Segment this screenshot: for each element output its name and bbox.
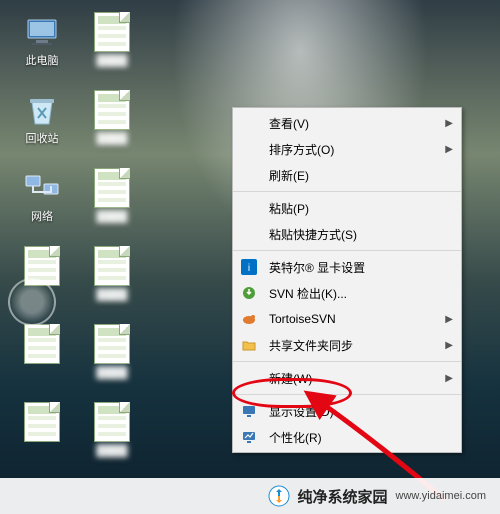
desktop-icon-label: ████	[82, 211, 142, 224]
menu-item-label: 排序方式(O)	[269, 141, 441, 158]
tortoisesvn-icon	[239, 309, 259, 329]
desktop-icon-this-pc[interactable]: 此电脑	[12, 12, 72, 68]
menu-item-label: 英特尔® 显卡设置	[269, 259, 453, 276]
desktop-icon-label: 网络	[12, 211, 72, 224]
assistive-touch-circle[interactable]	[8, 278, 56, 326]
desktop-icon-file[interactable]: ████	[82, 12, 142, 68]
chevron-right-icon: ▶	[445, 144, 453, 155]
watermark-bar: 纯净系统家园 www.yidaimei.com	[0, 478, 500, 514]
chevron-right-icon: ▶	[445, 118, 453, 129]
brand-url: www.yidaimei.com	[396, 490, 486, 502]
chevron-right-icon: ▶	[445, 340, 453, 351]
excel-file-icon	[24, 324, 60, 364]
desktop-icon-label: ████	[82, 445, 142, 458]
menu-item-label: 新建(W)	[269, 370, 441, 387]
menu-item-svn-checkout[interactable]: SVN 检出(K)...	[233, 280, 461, 306]
menu-item-label: 粘贴快捷方式(S)	[269, 226, 453, 243]
desktop-context-menu: 查看(V) ▶ 排序方式(O) ▶ 刷新(E) 粘贴(P) 粘贴快捷方式(S) i …	[232, 107, 462, 453]
menu-item-tortoisesvn[interactable]: TortoiseSVN ▶	[233, 306, 461, 332]
desktop-wallpaper[interactable]: 此电脑 回收站 网络 ████ ████ ████ ████	[0, 0, 500, 514]
chevron-right-icon: ▶	[445, 314, 453, 325]
excel-file-icon	[94, 168, 130, 208]
menu-item-display-settings[interactable]: 显示设置(D)	[233, 398, 461, 424]
svn-checkout-icon	[239, 283, 259, 303]
folder-sync-icon	[239, 335, 259, 355]
display-settings-icon	[239, 401, 259, 421]
desktop-icon-label: ████	[82, 367, 142, 380]
desktop-icon-file[interactable]: ████	[82, 246, 142, 302]
chevron-right-icon: ▶	[445, 373, 453, 384]
menu-item-shared-folder-sync[interactable]: 共享文件夹同步 ▶	[233, 332, 461, 358]
menu-item-paste[interactable]: 粘贴(P)	[233, 195, 461, 221]
menu-item-label: SVN 检出(K)...	[269, 285, 453, 302]
excel-file-icon	[94, 90, 130, 130]
network-icon	[22, 168, 62, 208]
desktop-icon-label: 回收站	[12, 133, 72, 146]
desktop-icon-file[interactable]: ████	[82, 168, 142, 224]
desktop-icon-file[interactable]	[12, 402, 72, 445]
svg-text:i: i	[248, 263, 250, 274]
menu-item-label: 个性化(R)	[269, 429, 453, 446]
brand-logo-icon	[268, 485, 290, 507]
recycle-bin-icon	[22, 90, 62, 130]
menu-item-paste-shortcut[interactable]: 粘贴快捷方式(S)	[233, 221, 461, 247]
menu-item-intel-graphics[interactable]: i 英特尔® 显卡设置	[233, 254, 461, 280]
menu-item-view[interactable]: 查看(V) ▶	[233, 110, 461, 136]
excel-file-icon	[24, 402, 60, 442]
menu-item-label: TortoiseSVN	[269, 312, 441, 326]
this-pc-icon	[22, 12, 62, 52]
desktop-icon-recycle-bin[interactable]: 回收站	[12, 90, 72, 146]
intel-icon: i	[239, 257, 259, 277]
brand-name: 纯净系统家园	[298, 486, 388, 507]
menu-item-label: 显示设置(D)	[269, 403, 453, 420]
excel-file-icon	[94, 246, 130, 286]
menu-item-refresh[interactable]: 刷新(E)	[233, 162, 461, 188]
desktop-icon-file[interactable]	[12, 324, 72, 367]
menu-item-label: 粘贴(P)	[269, 200, 453, 217]
menu-item-personalize[interactable]: 个性化(R)	[233, 424, 461, 450]
desktop-icon-label: ████	[82, 133, 142, 146]
desktop-icon-network[interactable]: 网络	[12, 168, 72, 224]
desktop-icon-label: ████	[82, 289, 142, 302]
desktop-icon-label: 此电脑	[12, 55, 72, 68]
desktop-icon-file[interactable]: ████	[82, 90, 142, 146]
excel-file-icon	[94, 402, 130, 442]
menu-item-new[interactable]: 新建(W) ▶	[233, 365, 461, 391]
menu-item-sort[interactable]: 排序方式(O) ▶	[233, 136, 461, 162]
excel-file-icon	[94, 12, 130, 52]
menu-item-label: 共享文件夹同步	[269, 337, 441, 354]
excel-file-icon	[94, 324, 130, 364]
personalize-icon	[239, 427, 259, 447]
desktop-icon-file[interactable]: ████	[82, 402, 142, 458]
desktop-icon-file[interactable]: ████	[82, 324, 142, 380]
menu-item-label: 查看(V)	[269, 115, 441, 132]
desktop-icon-label: ████	[82, 55, 142, 68]
menu-item-label: 刷新(E)	[269, 167, 453, 184]
